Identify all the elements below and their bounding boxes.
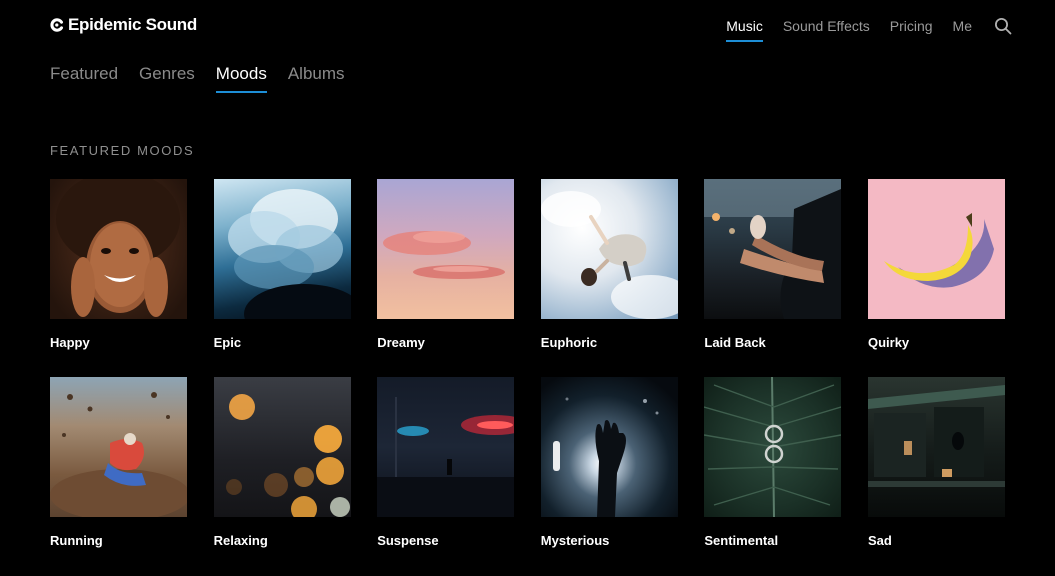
mood-image-running	[50, 377, 187, 517]
tab-moods[interactable]: Moods	[215, 64, 267, 93]
mood-label-relaxing: Relaxing	[213, 533, 268, 548]
mood-image-sentimental	[704, 377, 842, 517]
mood-image-suspense	[377, 377, 515, 517]
top-nav: Music Sound Effects Pricing Me	[706, 17, 1012, 42]
mood-card-relaxing[interactable]: Relaxing	[213, 377, 351, 575]
mood-label-euphoric: Euphoric	[540, 335, 598, 350]
brand-mark-icon	[50, 18, 63, 32]
mood-image-dreamy	[377, 179, 515, 319]
tab-featured[interactable]: Featured	[50, 64, 118, 92]
mood-card-sad[interactable]: Sad	[867, 377, 1005, 575]
mood-image-quirky	[867, 179, 1005, 319]
mood-label-sad: Sad	[867, 533, 892, 548]
mood-image-laid-back	[704, 179, 842, 319]
mood-label-sentimental: Sentimental	[704, 533, 779, 548]
mood-image-mysterious	[540, 377, 678, 517]
mood-label-laid-back: Laid Back	[704, 335, 766, 350]
mood-image-happy	[50, 179, 187, 319]
mood-card-happy[interactable]: Happy	[50, 179, 187, 377]
nav-me[interactable]: Me	[953, 18, 972, 40]
brand-logo[interactable]: Epidemic Sound	[50, 15, 197, 35]
category-tabs: Featured Genres Moods Albums	[50, 64, 366, 93]
nav-music[interactable]: Music	[726, 18, 763, 42]
mood-card-epic[interactable]: Epic	[213, 179, 351, 377]
mood-label-epic: Epic	[213, 335, 242, 350]
mood-grid: Happy Epic Dreamy Euphoric Laid Back Qui…	[50, 179, 1005, 575]
mood-label-happy: Happy	[50, 335, 90, 350]
mood-image-euphoric	[540, 179, 678, 319]
search-icon[interactable]	[994, 17, 1012, 35]
brand-name: Epidemic Sound	[68, 15, 197, 34]
mood-image-sad	[867, 377, 1005, 517]
tab-albums[interactable]: Albums	[288, 64, 345, 92]
page: Epidemic Sound Music Sound Effects Prici…	[0, 0, 1055, 576]
nav-sound-effects[interactable]: Sound Effects	[783, 18, 870, 40]
mood-card-mysterious[interactable]: Mysterious	[540, 377, 678, 575]
mood-label-mysterious: Mysterious	[540, 533, 610, 548]
mood-card-euphoric[interactable]: Euphoric	[540, 179, 678, 377]
mood-image-epic	[213, 179, 351, 319]
mood-card-suspense[interactable]: Suspense	[377, 377, 515, 575]
mood-card-laid-back[interactable]: Laid Back	[704, 179, 842, 377]
mood-card-quirky[interactable]: Quirky	[867, 179, 1005, 377]
mood-card-sentimental[interactable]: Sentimental	[704, 377, 842, 575]
section-title: FEATURED MOODS	[50, 143, 195, 158]
nav-pricing[interactable]: Pricing	[890, 18, 933, 40]
mood-card-dreamy[interactable]: Dreamy	[377, 179, 515, 377]
tab-genres[interactable]: Genres	[139, 64, 195, 92]
mood-label-dreamy: Dreamy	[377, 335, 425, 350]
mood-card-running[interactable]: Running	[50, 377, 187, 575]
mood-label-suspense: Suspense	[377, 533, 439, 548]
mood-image-relaxing	[213, 377, 351, 517]
mood-label-quirky: Quirky	[867, 335, 910, 350]
mood-label-running: Running	[50, 533, 103, 548]
